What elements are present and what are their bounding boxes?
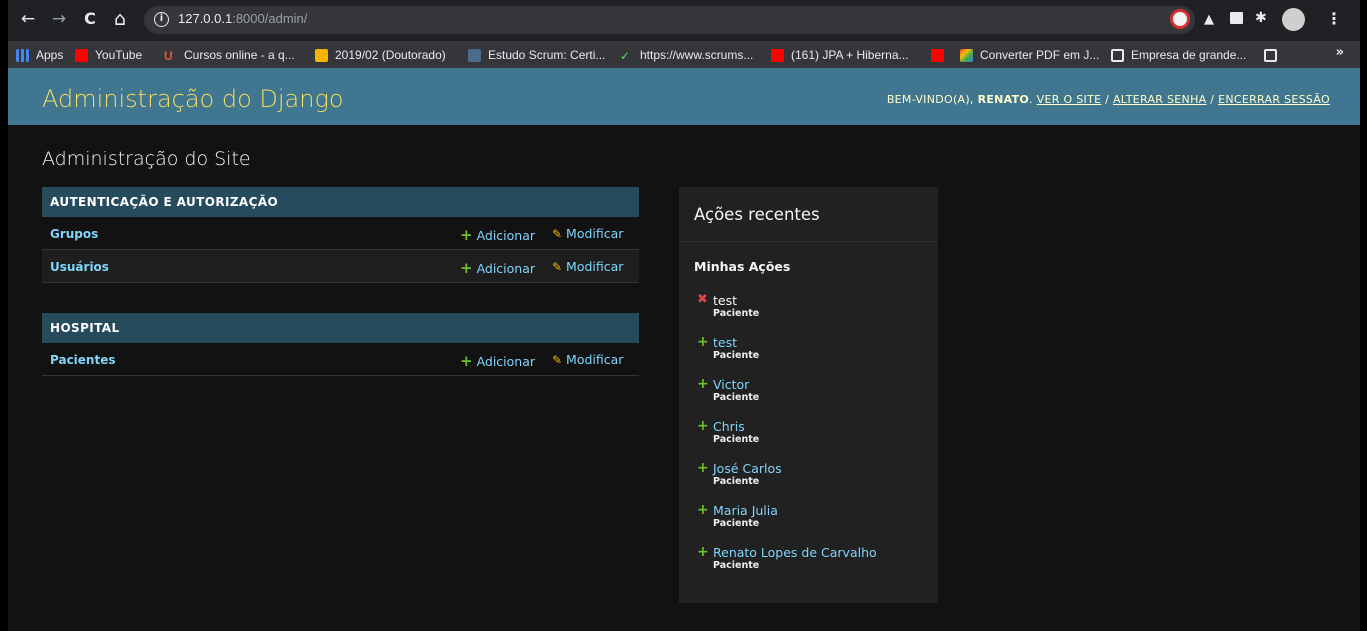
address-bar[interactable]: i 127.0.0.1:8000/admin/ ☆ bbox=[144, 6, 1195, 34]
add-icon: + bbox=[697, 334, 709, 350]
bookmark-cursos[interactable]: U Cursos online - a q... bbox=[164, 46, 295, 64]
change-usuarios-link[interactable]: ✎ Modificar bbox=[552, 259, 623, 274]
youtube-icon bbox=[75, 48, 88, 62]
youtube-icon bbox=[771, 48, 784, 62]
separator: / bbox=[1210, 93, 1215, 106]
action-object-link[interactable]: Renato Lopes de Carvalho bbox=[713, 545, 877, 560]
action-object-link[interactable]: Chris bbox=[713, 419, 745, 434]
model-row-pacientes: Pacientes + Adicionar ✎ Modificar bbox=[42, 343, 639, 376]
info-icon[interactable]: i bbox=[154, 12, 169, 27]
kebab-menu-icon[interactable]: ⋮ bbox=[1326, 9, 1342, 28]
site-branding[interactable]: Administração do Django bbox=[42, 85, 344, 113]
converter-icon bbox=[960, 48, 973, 62]
view-site-link[interactable]: Ver o site bbox=[1037, 93, 1102, 106]
bookmark-jpa[interactable]: (161) JPA + Hiberna... bbox=[771, 46, 909, 64]
change-password-link[interactable]: Alterar senha bbox=[1113, 93, 1207, 106]
browser-toolbar: ← → C ⌂ i 127.0.0.1:8000/admin/ ☆ ▲ ✱ ⋮ bbox=[8, 0, 1360, 41]
home-button[interactable]: ⌂ bbox=[110, 8, 130, 30]
add-icon: + bbox=[697, 376, 709, 392]
module-caption[interactable]: Autenticação e Autorização bbox=[42, 187, 639, 217]
pdf-extension-icon[interactable] bbox=[1170, 9, 1190, 29]
bookmark-converter[interactable]: Converter PDF em J... bbox=[960, 46, 1099, 64]
bookmark-youtube[interactable]: YouTube bbox=[75, 46, 142, 64]
plus-icon: + bbox=[460, 226, 473, 244]
action-object-name: test bbox=[713, 293, 738, 308]
action-object-link[interactable]: Maria Julia bbox=[713, 503, 778, 518]
username: Renato bbox=[977, 93, 1030, 106]
action-object-type: Paciente bbox=[713, 392, 760, 403]
add-usuarios-link[interactable]: + Adicionar bbox=[460, 259, 535, 277]
add-icon: + bbox=[697, 544, 709, 560]
pencil-icon: ✎ bbox=[552, 353, 563, 367]
recent-actions-title: Ações recentes bbox=[694, 205, 820, 224]
bookmark-youtube-2[interactable] bbox=[931, 46, 951, 64]
change-pacientes-link[interactable]: ✎ Modificar bbox=[552, 352, 623, 367]
add-icon: + bbox=[697, 418, 709, 434]
model-link-grupos[interactable]: Grupos bbox=[50, 227, 98, 241]
model-row-usuarios: Usuários + Adicionar ✎ Modificar bbox=[42, 250, 639, 283]
module-caption[interactable]: Hospital bbox=[42, 313, 639, 343]
my-actions-heading: Minhas Ações bbox=[694, 259, 791, 274]
pencil-icon: ✎ bbox=[552, 260, 563, 274]
bookmark-empresa[interactable]: Empresa de grande... bbox=[1111, 46, 1246, 64]
drive-extension-icon[interactable]: ▲ bbox=[1204, 12, 1224, 32]
plus-icon: + bbox=[460, 352, 473, 370]
logout-link[interactable]: Encerrar sessão bbox=[1218, 93, 1330, 106]
action-object-link[interactable]: test bbox=[713, 335, 737, 350]
app-module-auth: Autenticação e Autorização Grupos + Adic… bbox=[42, 187, 639, 283]
action-object-type: Paciente bbox=[713, 476, 760, 487]
youtube-icon bbox=[931, 48, 944, 62]
scrum-icon bbox=[468, 48, 481, 62]
recent-actions-panel: Ações recentes Minhas Ações ✖ test Pacie… bbox=[679, 187, 938, 603]
pencil-icon: ✎ bbox=[552, 227, 563, 241]
extensions-puzzle-icon[interactable]: ✱ bbox=[1255, 10, 1275, 30]
model-row-grupos: Grupos + Adicionar ✎ Modificar bbox=[42, 217, 639, 250]
apps-grid-icon bbox=[16, 48, 29, 62]
reload-button[interactable]: C bbox=[80, 8, 100, 30]
url-text[interactable]: 127.0.0.1:8000/admin/ bbox=[178, 11, 307, 26]
bookmark-scrumorg[interactable]: ✓ https://www.scrums... bbox=[620, 46, 753, 64]
profile-avatar[interactable] bbox=[1282, 8, 1305, 31]
action-object-type: Paciente bbox=[713, 434, 760, 445]
add-pacientes-link[interactable]: + Adicionar bbox=[460, 352, 535, 370]
back-button[interactable]: ← bbox=[18, 8, 38, 30]
action-object-link[interactable]: José Carlos bbox=[713, 461, 782, 476]
model-link-pacientes[interactable]: Pacientes bbox=[50, 353, 116, 367]
bookmark-apps[interactable]: Apps bbox=[16, 46, 63, 64]
plus-icon: + bbox=[460, 259, 473, 277]
bookmark-doutorado[interactable]: 2019/02 (Doutorado) bbox=[315, 46, 446, 64]
action-object-link[interactable]: Victor bbox=[713, 377, 749, 392]
action-object-type: Paciente bbox=[713, 560, 760, 571]
forward-button[interactable]: → bbox=[49, 8, 69, 30]
add-icon: + bbox=[697, 460, 709, 476]
print-extension-icon[interactable] bbox=[1230, 12, 1243, 24]
separator: / bbox=[1105, 93, 1110, 106]
action-object-type: Paciente bbox=[713, 350, 760, 361]
udemy-icon: U bbox=[164, 48, 173, 63]
action-object-type: Paciente bbox=[713, 518, 760, 529]
delete-icon: ✖ bbox=[697, 292, 708, 307]
globe-icon bbox=[1264, 48, 1277, 62]
bookmark-scrum[interactable]: Estudo Scrum: Certi... bbox=[468, 46, 605, 64]
check-icon: ✓ bbox=[620, 48, 631, 63]
add-icon: + bbox=[697, 502, 709, 518]
bookmarks-bar: Apps YouTube U Cursos online - a q... 201… bbox=[8, 41, 1360, 68]
welcome-text: Bem-vindo(a), bbox=[886, 93, 974, 106]
app-module-hospital: Hospital Pacientes + Adicionar ✎ Modific… bbox=[42, 313, 639, 376]
user-tools: Bem-vindo(a), Renato. Ver o site / Alter… bbox=[886, 93, 1330, 106]
change-grupos-link[interactable]: ✎ Modificar bbox=[552, 226, 623, 241]
page-title: Administração do Site bbox=[42, 148, 251, 170]
bookmark-globe-2[interactable] bbox=[1264, 46, 1284, 64]
globe-icon bbox=[1111, 48, 1124, 62]
play-icon bbox=[315, 48, 328, 62]
model-link-usuarios[interactable]: Usuários bbox=[50, 260, 109, 274]
divider bbox=[679, 241, 938, 242]
browser-window: ← → C ⌂ i 127.0.0.1:8000/admin/ ☆ ▲ ✱ ⋮ … bbox=[8, 0, 1360, 631]
admin-header: Administração do Django Bem-vindo(a), Re… bbox=[8, 68, 1360, 125]
bookmarks-more-button[interactable]: » bbox=[1336, 45, 1344, 60]
add-grupos-link[interactable]: + Adicionar bbox=[460, 226, 535, 244]
action-object-type: Paciente bbox=[713, 308, 760, 319]
